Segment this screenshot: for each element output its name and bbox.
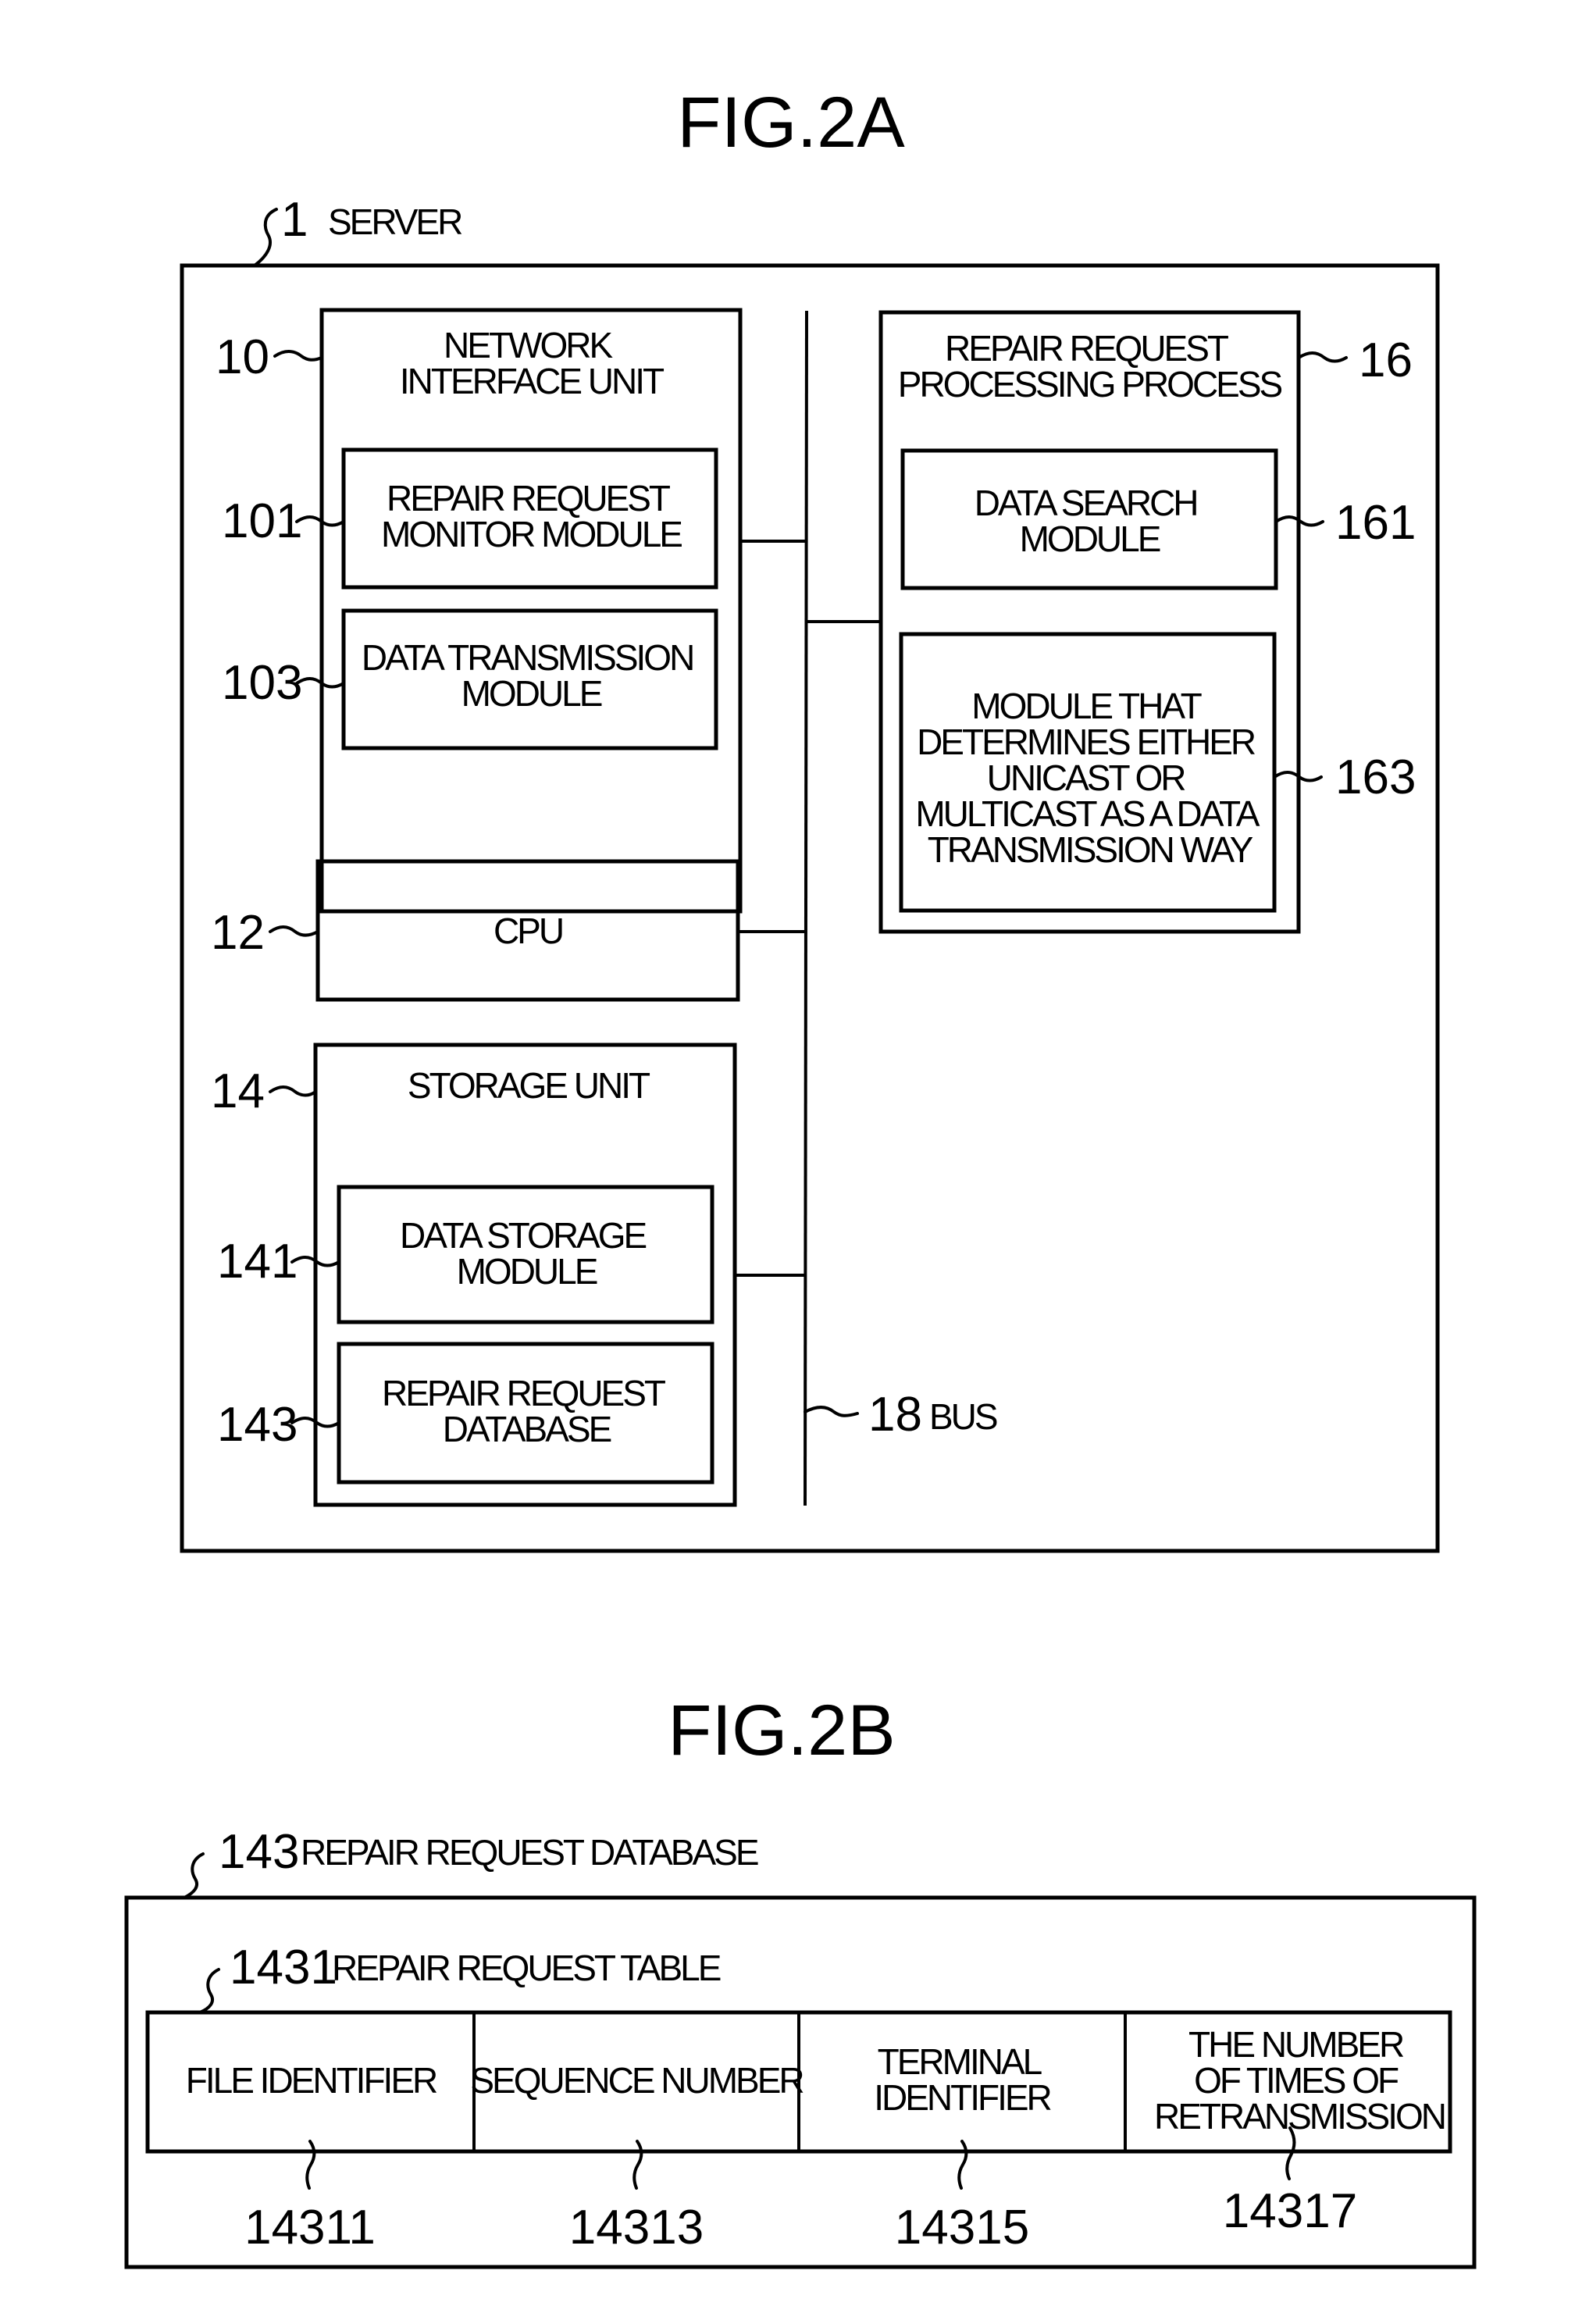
bus-ref: 18: [868, 1388, 922, 1442]
cpu-leader: [269, 925, 319, 937]
table-ref: 1431: [230, 1941, 337, 1994]
repair-request-processing-process: 16 REPAIR REQUEST PROCESSING PROCESS 161…: [807, 310, 1416, 934]
cpu-label: CPU: [494, 911, 562, 951]
network-interface-unit: 10 NETWORK INTERFACE UNIT 101 REPAIR REQ…: [216, 308, 807, 914]
data-storage-module-label: DATA STORAGE MODULE: [400, 1215, 653, 1292]
storage-unit-label: STORAGE UNIT: [408, 1065, 650, 1106]
label-line: RETRANSMISSION: [1154, 2096, 1445, 2137]
data-transmission-module-ref: 103: [222, 656, 302, 710]
server-leader-squiggle: [253, 208, 278, 267]
column-header: TERMINAL IDENTIFIER: [874, 2041, 1051, 2118]
table-leader-squiggle: [198, 1968, 220, 2014]
patent-figure-sheet: FIG.2A 1 SERVER 18 BUS 10 NETWORK INTERF…: [124, 83, 1477, 2269]
column-header: THE NUMBER OF TIMES OF RETRANSMISSION: [1154, 2024, 1445, 2137]
network-interface-unit-ref: 10: [216, 330, 269, 384]
repair-request-monitor-module-label: REPAIR REQUEST MONITOR MODULE: [381, 478, 682, 554]
data-storage-module-ref: 141: [217, 1235, 298, 1289]
label-line: OF TIMES OF: [1194, 2060, 1399, 2101]
label-line: MULTICAST AS A DATA: [915, 793, 1260, 834]
column-ref: 14311: [244, 2201, 376, 2254]
repair-request-processing-process-ref: 16: [1359, 333, 1413, 387]
repair-request-processing-process-leader: [1297, 351, 1348, 363]
cpu: 12 CPU: [211, 859, 806, 1002]
label-line: PROCESSING PROCESS: [898, 364, 1282, 405]
column-header: SEQUENCE NUMBER: [470, 2060, 804, 2101]
column-ref: 14315: [895, 2201, 1029, 2254]
database-ref: 143: [219, 1825, 299, 1879]
fig-2a-title: FIG.2A: [677, 83, 905, 162]
data-search-module-label: DATA SEARCH MODULE: [975, 483, 1205, 559]
data-search-module-ref: 161: [1335, 496, 1416, 550]
storage-unit: 14 STORAGE UNIT 141 DATA STORAGE MODULE …: [211, 1043, 805, 1507]
repair-request-table: 1431 REPAIR REQUEST TABLE FILE IDENTIFIE…: [145, 1941, 1452, 2254]
label-line: REPAIR REQUEST: [387, 478, 671, 519]
label-line: DATA TRANSMISSION: [362, 637, 693, 678]
bus-leader-squiggle: [804, 1406, 859, 1417]
column-header: FILE IDENTIFIER: [186, 2060, 437, 2101]
server-box: [180, 263, 1440, 1553]
storage-unit-ref: 14: [211, 1064, 265, 1118]
label-line: SEQUENCE NUMBER: [470, 2060, 804, 2101]
label-line: MODULE: [1020, 519, 1160, 559]
cpu-ref: 12: [211, 906, 265, 960]
label-line: MODULE THAT: [971, 686, 1202, 726]
label-line: TRANSMISSION WAY: [928, 829, 1253, 870]
label-line: DATABASE: [443, 1409, 611, 1449]
storage-unit-leader: [269, 1085, 317, 1097]
label-line: MODULE: [457, 1251, 597, 1292]
column-leader-squiggle: [632, 2140, 643, 2190]
column-leader-squiggle: [957, 2140, 968, 2190]
column-ref: 14313: [569, 2201, 704, 2254]
repair-request-monitor-module-ref: 101: [222, 494, 302, 548]
repair-request-processing-process-label: REPAIR REQUEST PROCESSING PROCESS: [898, 328, 1282, 405]
network-interface-unit-leader: [273, 350, 323, 362]
bus-line: [804, 310, 808, 1506]
label-line: DETERMINES EITHER: [917, 722, 1256, 762]
label-line: IDENTIFIER: [874, 2077, 1051, 2118]
column-leader-squiggle: [305, 2140, 316, 2190]
database-label: REPAIR REQUEST DATABASE: [301, 1832, 758, 1873]
database-leader-squiggle: [183, 1852, 205, 1899]
label-line: MODULE: [461, 673, 602, 714]
column-ref: 14317: [1223, 2184, 1357, 2238]
label-line: INTERFACE UNIT: [400, 361, 665, 401]
label-line: THE NUMBER: [1188, 2024, 1404, 2065]
label-line: REPAIR REQUEST: [382, 1373, 666, 1413]
repair-request-database-diagram: 143 REPAIR REQUEST DATABASE 1431 REPAIR …: [124, 1825, 1477, 2269]
label-line: REPAIR REQUEST: [945, 328, 1229, 369]
server-ref: 1: [281, 193, 308, 247]
label-line: MONITOR MODULE: [381, 514, 682, 554]
label-line: NETWORK: [444, 325, 613, 365]
data-transmission-module-label: DATA TRANSMISSION MODULE: [362, 637, 700, 714]
table-column-retransmission-count: THE NUMBER OF TIMES OF RETRANSMISSION 14…: [1154, 2024, 1447, 2238]
label-line: DATA STORAGE: [400, 1215, 647, 1256]
repair-request-database-ref: 143: [217, 1398, 298, 1452]
table-column-terminal-identifier: TERMINAL IDENTIFIER 14315: [874, 2041, 1053, 2254]
table-column-file-identifier: FILE IDENTIFIER 14311: [186, 2060, 440, 2254]
label-line: FILE IDENTIFIER: [186, 2060, 437, 2101]
label-line: UNICAST OR: [987, 757, 1186, 798]
server-label: SERVER: [328, 201, 462, 242]
repair-request-database-label: REPAIR REQUEST DATABASE: [382, 1373, 671, 1449]
label-line: DATA SEARCH: [975, 483, 1197, 523]
table-column-sequence-number: SEQUENCE NUMBER 14313: [470, 2060, 806, 2254]
unicast-multicast-decision-module-label: MODULE THAT DETERMINES EITHER UNICAST OR…: [915, 686, 1263, 870]
network-interface-unit-label: NETWORK INTERFACE UNIT: [400, 325, 665, 401]
label-line: TERMINAL: [878, 2041, 1042, 2082]
table-label: REPAIR REQUEST TABLE: [332, 1948, 721, 1988]
fig-2b-title: FIG.2B: [668, 1691, 895, 1770]
bus-label: BUS: [929, 1396, 997, 1437]
unicast-multicast-decision-module-ref: 163: [1335, 750, 1416, 804]
